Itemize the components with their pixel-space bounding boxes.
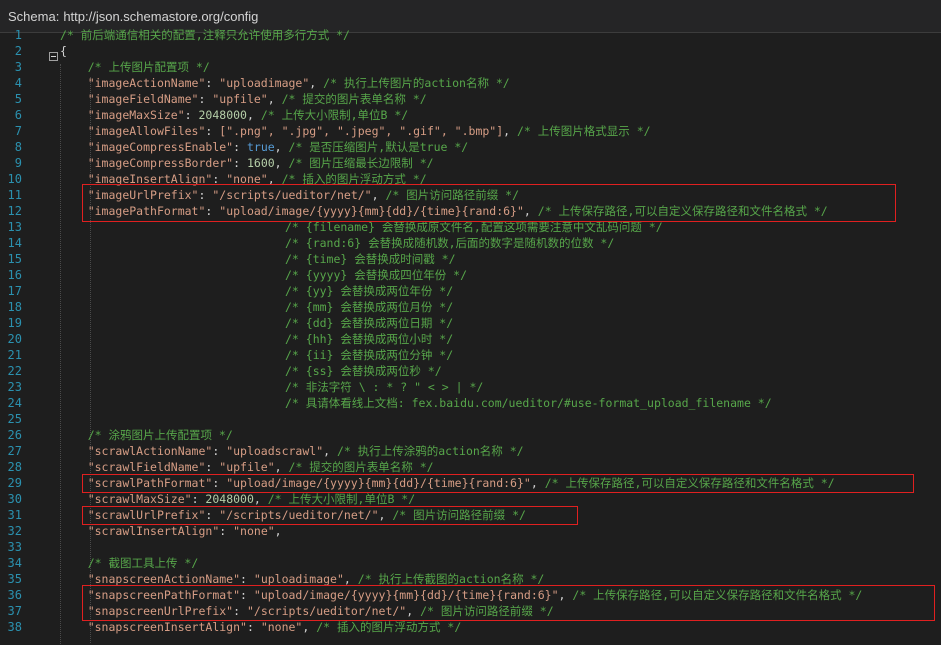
highlight-box-scrawl-path bbox=[82, 474, 914, 493]
code-comment: /* 执行上传涂鸦的action名称 */ bbox=[336, 444, 524, 458]
code-comment: /* {dd} 会替换成两位日期 */ bbox=[285, 316, 454, 330]
json-value: 2048000 bbox=[198, 108, 247, 122]
code-comment: /* {filename} 会替换成原文件名,配置这项需要注意中文乱码问题 */ bbox=[285, 220, 663, 234]
code-comment: /* 上传图片配置项 */ bbox=[87, 60, 210, 74]
code-comment: /* 非法字符 \ : * ? " < > | */ bbox=[285, 380, 484, 394]
code-comment: /* 上传图片格式显示 */ bbox=[517, 124, 651, 138]
highlight-box-image-url bbox=[82, 184, 896, 222]
json-value: "uploadimage" bbox=[219, 76, 310, 90]
json-key: "snapscreenInsertAlign" bbox=[87, 620, 247, 634]
json-value: 2048000 bbox=[205, 492, 254, 506]
code-sep: : bbox=[233, 140, 247, 154]
code-sep: : bbox=[219, 524, 234, 538]
code-comment: /* {yy} 会替换成两位年份 */ bbox=[285, 284, 454, 298]
code-comment: /* {hh} 会替换成两位小时 */ bbox=[285, 332, 454, 346]
code-editor[interactable]: 1 2 3 4 5 6 7 8 9 10 11 12 13 14 15 16 1… bbox=[0, 28, 941, 645]
code-line: "scrawlActionName": "uploadscrawl", /* 执… bbox=[0, 443, 941, 459]
json-value: "uploadimage" bbox=[253, 572, 344, 586]
code-line: "imageFieldName": "upfile", /* 提交的图片表单名称… bbox=[0, 91, 941, 107]
code-comma: , bbox=[246, 108, 261, 122]
code-comma: , bbox=[503, 124, 517, 138]
code-comma: , bbox=[274, 140, 289, 154]
code-sep: : bbox=[240, 572, 254, 586]
code-comment: /* {yyyy} 会替换成四位年份 */ bbox=[285, 268, 468, 282]
code-comment: /* 前后端通信相关的配置,注释只允许使用多行方式 */ bbox=[60, 28, 350, 42]
code-comma: , bbox=[343, 572, 358, 586]
json-key: "snapscreenActionName" bbox=[87, 572, 241, 586]
code-comment: /* 截图工具上传 */ bbox=[87, 556, 199, 570]
code-comment: /* 图片压缩最长边限制 */ bbox=[288, 156, 434, 170]
json-value: "none" bbox=[233, 524, 275, 538]
code-comma: , bbox=[274, 156, 289, 170]
code-sep: : bbox=[246, 620, 261, 634]
code-comma: , bbox=[253, 492, 268, 506]
code-comma: , bbox=[274, 524, 282, 538]
code-brace: { bbox=[60, 44, 67, 58]
code-sep: : bbox=[205, 76, 220, 90]
json-value: true bbox=[246, 140, 275, 154]
code-comment: /* 上传大小限制,单位B */ bbox=[267, 492, 416, 506]
code-sep: : bbox=[205, 460, 220, 474]
code-comment: /* 涂鸦图片上传配置项 */ bbox=[87, 428, 233, 442]
json-key: "scrawlInsertAlign" bbox=[87, 524, 220, 538]
schema-label: Schema: bbox=[8, 8, 60, 24]
code-comment: /* {ii} 会替换成两位分钟 */ bbox=[285, 348, 454, 362]
code-comment: /* 插入的图片浮动方式 */ bbox=[316, 620, 462, 634]
json-value: "upfile" bbox=[219, 460, 275, 474]
code-comma: , bbox=[274, 460, 289, 474]
code-comment: /* {mm} 会替换成两位月份 */ bbox=[285, 300, 454, 314]
code-line: "imageCompressEnable": true, /* 是否压缩图片,默… bbox=[0, 139, 941, 155]
code-comment: /* {time} 会替换成时间戳 */ bbox=[285, 252, 456, 266]
line-number: 25 bbox=[7, 412, 22, 426]
code-comma: , bbox=[323, 444, 337, 458]
json-key: "imageCompressEnable" bbox=[87, 140, 234, 154]
code-comment: /* 提交的图片表单名称 */ bbox=[281, 92, 427, 106]
code-line: "imageActionName": "uploadimage", /* 执行上… bbox=[0, 75, 941, 91]
json-value: "upfile" bbox=[212, 92, 268, 106]
code-sep: : bbox=[184, 108, 199, 122]
line-number: 33 bbox=[7, 540, 22, 554]
json-key: "imageMaxSize" bbox=[87, 108, 185, 122]
code-sep: : bbox=[233, 156, 247, 170]
json-key: "scrawlActionName" bbox=[87, 444, 213, 458]
json-key: "scrawlMaxSize" bbox=[87, 492, 192, 506]
code-line: "scrawlInsertAlign": "none", bbox=[0, 523, 941, 539]
code-comment: /* {rand:6} 会替换成随机数,后面的数字是随机数的位数 */ bbox=[285, 236, 615, 250]
code-sep: : bbox=[205, 124, 220, 138]
code-line: "imageMaxSize": 2048000, /* 上传大小限制,单位B *… bbox=[0, 107, 941, 123]
code-line: "imageCompressBorder": 1600, /* 图片压缩最长边限… bbox=[0, 155, 941, 171]
json-value: "uploadscrawl" bbox=[226, 444, 324, 458]
code-comment: /* 具请体看线上文档: fex.baidu.com/ueditor/#use-… bbox=[285, 396, 772, 410]
code-line: "imageAllowFiles": [".png", ".jpg", ".jp… bbox=[0, 123, 941, 139]
code-line: "snapscreenInsertAlign": "none", /* 插入的图… bbox=[0, 619, 941, 635]
code-sep: : bbox=[212, 444, 227, 458]
json-value: "none" bbox=[260, 620, 303, 634]
json-key: "imageAllowFiles" bbox=[87, 124, 206, 138]
code-comment: /* 执行上传截图的action名称 */ bbox=[357, 572, 545, 586]
json-key: "imageActionName" bbox=[87, 76, 206, 90]
code-comment: /* 执行上传图片的action名称 */ bbox=[323, 76, 510, 90]
code-comment: /* 上传大小限制,单位B */ bbox=[260, 108, 409, 122]
highlight-box-snapscreen bbox=[82, 585, 935, 621]
code-sep: : bbox=[191, 492, 206, 506]
json-value: [".png", ".jpg", ".jpeg", ".gif", ".bmp"… bbox=[219, 124, 504, 138]
json-key: "imageCompressBorder" bbox=[87, 156, 234, 170]
highlight-box-scrawl-url bbox=[82, 506, 578, 525]
json-key: "imageFieldName" bbox=[87, 92, 199, 106]
json-key: "scrawlFieldName" bbox=[87, 460, 206, 474]
code-line: "scrawlFieldName": "upfile", /* 提交的图片表单名… bbox=[0, 459, 941, 475]
code-sep: : bbox=[198, 92, 213, 106]
json-value: 1600 bbox=[246, 156, 275, 170]
code-comma: , bbox=[267, 92, 282, 106]
code-comma: , bbox=[302, 620, 317, 634]
code-comment: /* 是否压缩图片,默认是true */ bbox=[288, 140, 469, 154]
code-comma: , bbox=[309, 76, 324, 90]
schema-url-field[interactable]: http://json.schemastore.org/config bbox=[63, 9, 258, 24]
code-comment: /* {ss} 会替换成两位秒 */ bbox=[285, 364, 442, 378]
code-line: "scrawlMaxSize": 2048000, /* 上传大小限制,单位B … bbox=[0, 491, 941, 507]
code-comment: /* 提交的图片表单名称 */ bbox=[288, 460, 434, 474]
